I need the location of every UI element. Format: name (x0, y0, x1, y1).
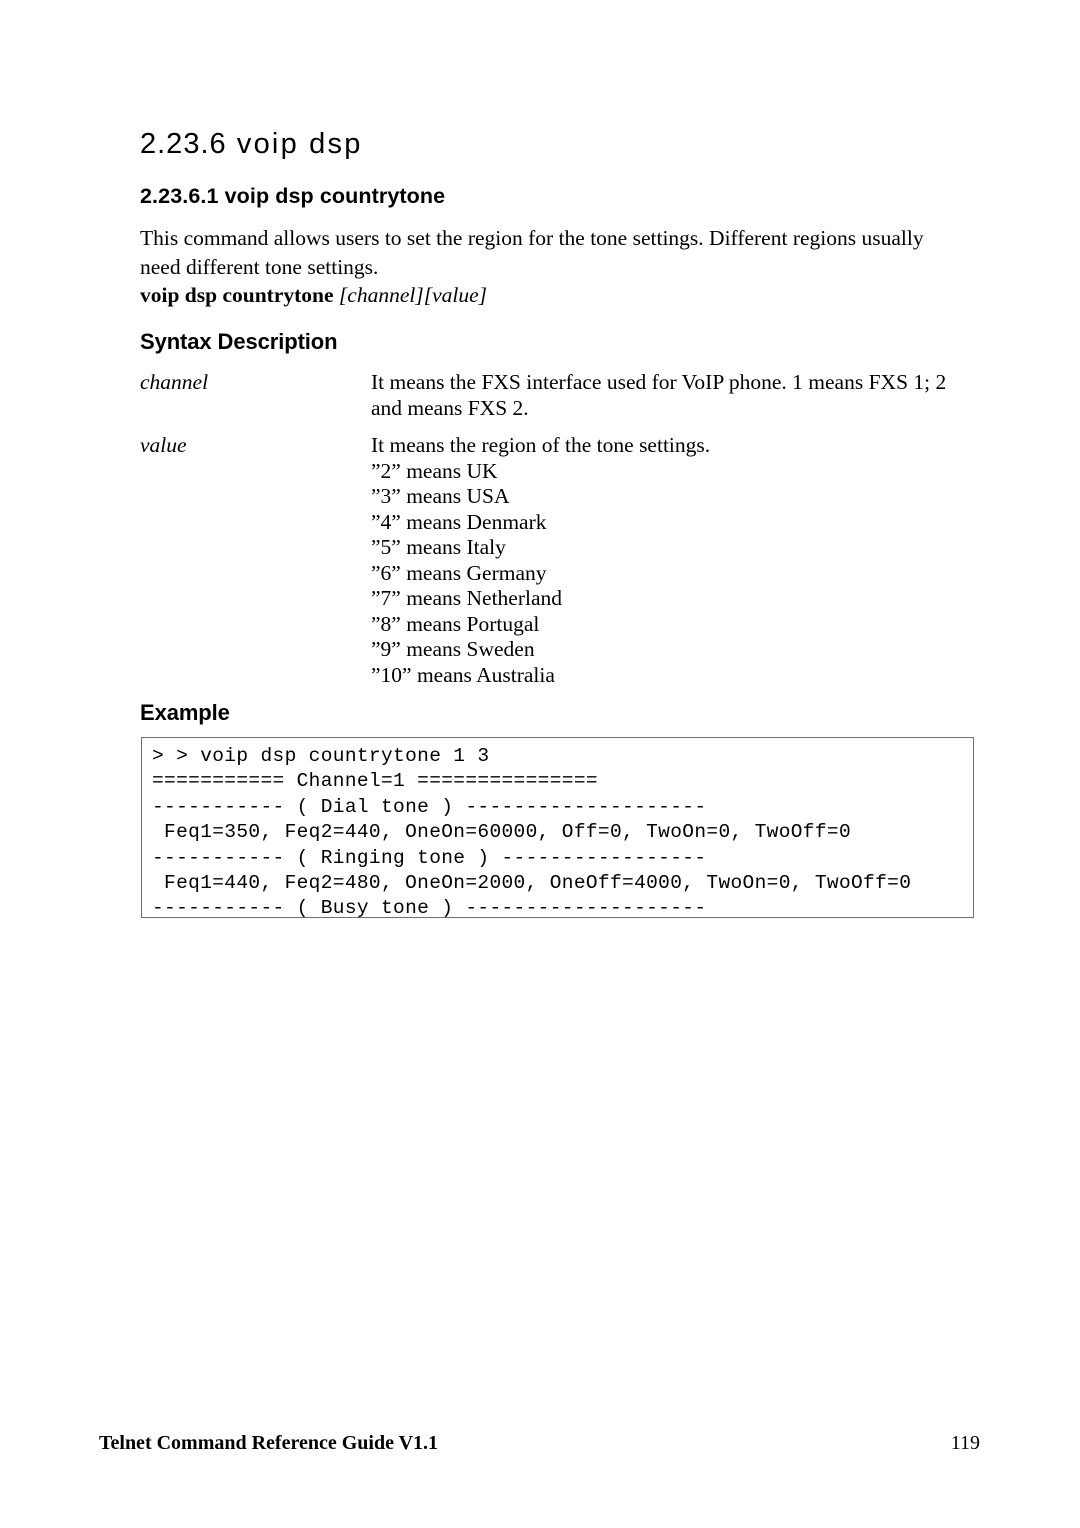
region-value-portugal: ”8” means Portugal (371, 611, 540, 636)
console-line-command: > > voip dsp countrytone 1 3 (152, 745, 490, 767)
command-name: voip dsp countrytone (140, 283, 339, 307)
syntax-description-heading: Syntax Description (140, 329, 338, 354)
region-value-australia: ”10” means Australia (371, 662, 555, 687)
parameter-name-value: value (140, 433, 187, 457)
region-value-netherland: ”7” means Netherland (371, 586, 563, 610)
subsection-heading: 2.23.6.1 voip dsp countrytone (140, 184, 446, 208)
region-value-germany: ”6” means Germany (371, 560, 547, 585)
description-line: It means the FXS interface used for VoIP… (371, 370, 947, 394)
section-heading: 2.23.6 voip dsp (140, 128, 363, 161)
parameter-description-value: It means the region of the tone settings… (371, 433, 970, 688)
footer-title: Telnet Command Reference Guide V1.1 (99, 1432, 439, 1454)
console-line-busy-tone-header: ----------- ( Busy tone ) --------------… (152, 897, 707, 920)
region-value-uk: ”2” means UK (371, 458, 498, 483)
region-value-italy: ”5” means Italy (371, 535, 506, 559)
intro-paragraph: This command allows users to set the reg… (140, 226, 924, 279)
parameter-name-channel: channel (140, 370, 209, 394)
console-line-ringing-tone-values: Feq1=440, Feq2=480, OneOn=2000, OneOff=4… (152, 872, 912, 895)
footer-page-number: 119 (950, 1432, 980, 1454)
document-page: 2.23.6 voip dsp 2.23.6.1 voip dsp countr… (0, 0, 1080, 1528)
command-syntax-line: voip dsp countrytone [channel][value] (140, 283, 487, 308)
syntax-description-table: channel It means the FXS interface used … (140, 370, 970, 700)
example-heading: Example (140, 700, 230, 725)
description-line: and means FXS 2. (371, 395, 529, 420)
section-title-text: voip dsp (236, 128, 363, 160)
console-line-channel-header: =========== Channel=1 =============== (152, 770, 598, 793)
region-value-sweden: ”9” means Sweden (371, 637, 535, 661)
command-arguments: [channel][value] (338, 283, 488, 307)
region-value-denmark: ”4” means Denmark (371, 509, 547, 534)
table-row: channel It means the FXS interface used … (140, 370, 970, 421)
console-line-dial-tone-header: ----------- ( Dial tone ) --------------… (152, 795, 707, 818)
table-row: value It means the region of the tone se… (140, 433, 970, 688)
region-value-usa: ”3” means USA (371, 484, 510, 508)
section-number: 2.23.6 (140, 128, 227, 160)
console-line-dial-tone-values: Feq1=350, Feq2=440, OneOn=60000, Off=0, … (152, 821, 852, 844)
description-line: It means the region of the tone settings… (371, 433, 711, 457)
parameter-description-channel: It means the FXS interface used for VoIP… (371, 370, 970, 421)
console-line-ringing-tone-header: ----------- ( Ringing tone ) -----------… (152, 846, 707, 869)
example-console-box: > > voip dsp countrytone 1 3 ===========… (141, 737, 974, 920)
